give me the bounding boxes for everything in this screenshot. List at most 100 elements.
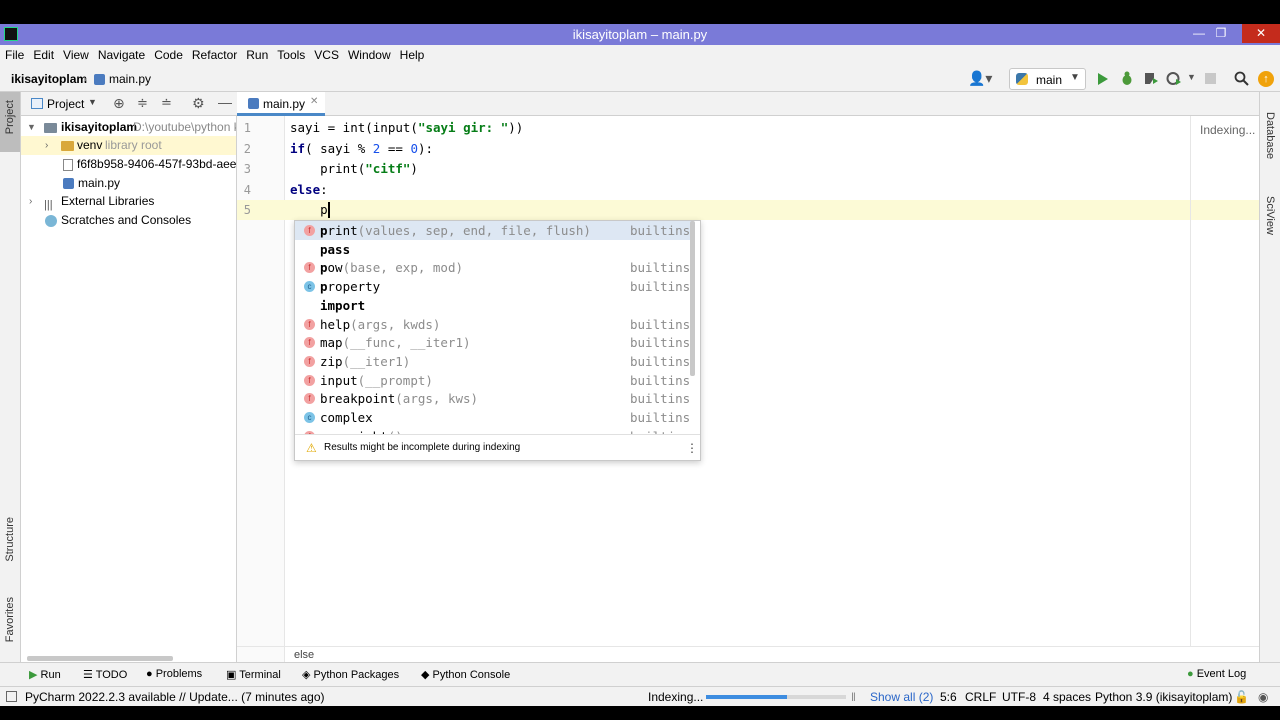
- menu-refactor[interactable]: Refactor: [187, 45, 241, 62]
- completion-kind: builtins: [630, 316, 691, 332]
- completion-item[interactable]: f zip(__iter1) builtins: [295, 352, 693, 371]
- gear-icon[interactable]: ⚙: [192, 95, 205, 112]
- lock-icon[interactable]: 🔓: [1234, 690, 1249, 704]
- hide-panel-icon[interactable]: —: [218, 94, 232, 110]
- completion-item[interactable]: f map(__func, __iter1) builtins: [295, 333, 693, 352]
- user-icon[interactable]: 👤▾: [968, 70, 992, 87]
- completion-name: breakpoint(args, kws): [320, 389, 478, 408]
- completion-rest: rint: [327, 223, 358, 238]
- close-icon[interactable]: ✕: [310, 96, 318, 107]
- completion-item[interactable]: f pow(base, exp, mod) builtins: [295, 258, 693, 277]
- completion-kind: builtins: [630, 372, 691, 388]
- project-panel-title[interactable]: Project: [47, 97, 84, 111]
- breadcrumb-separator-icon: ›: [83, 72, 87, 86]
- code-line: else:: [290, 180, 328, 200]
- profile-icon[interactable]: [1166, 71, 1182, 86]
- tab-main-py[interactable]: main.py ✕: [237, 92, 325, 116]
- more-run-options-icon[interactable]: ▼: [1187, 72, 1196, 82]
- debug-icon[interactable]: [1120, 71, 1134, 86]
- completion-args: (args, kws): [395, 391, 479, 407]
- indexing-progress-fill: [706, 695, 788, 699]
- status-message[interactable]: PyCharm 2022.2.3 available // Update... …: [25, 690, 325, 704]
- completion-item[interactable]: import: [295, 296, 693, 315]
- gutter-footer: [237, 646, 285, 662]
- show-all-link[interactable]: Show all (2): [870, 690, 933, 704]
- todo-tool-button[interactable]: ☰ TODO: [83, 668, 127, 681]
- python-console-tool-button[interactable]: ◆ Python Console: [421, 668, 510, 681]
- tree-item-label: main.py: [78, 176, 121, 190]
- menu-file[interactable]: File: [0, 45, 28, 62]
- completion-item[interactable]: f breakpoint(args, kws) builtins: [295, 389, 693, 408]
- class-icon: c: [304, 412, 315, 423]
- breadcrumb-project[interactable]: ikisayitoplam: [11, 72, 87, 86]
- menu-window[interactable]: Window: [343, 45, 395, 62]
- event-log-button[interactable]: ● Event Log: [1187, 668, 1246, 680]
- menu-view[interactable]: View: [58, 45, 93, 62]
- python-packages-tool-button[interactable]: ◈ Python Packages: [302, 668, 399, 681]
- menu-bar: File Edit View Navigate Code Refactor Run Tools…: [0, 45, 1280, 66]
- tree-item-hint: D:\youtube\python k: [133, 120, 237, 134]
- menu-code[interactable]: Code: [149, 45, 187, 62]
- completion-name: map(__func, __iter1): [320, 333, 471, 352]
- terminal-tool-button[interactable]: ▣ Terminal: [226, 668, 281, 681]
- completion-item[interactable]: c complex builtins: [295, 408, 693, 427]
- line-separator[interactable]: CRLF: [965, 690, 996, 704]
- layout-icon[interactable]: [6, 691, 17, 702]
- update-icon[interactable]: ↑: [1258, 71, 1274, 87]
- chevron-down-icon[interactable]: ▼: [88, 97, 97, 107]
- collapse-all-icon[interactable]: ≐: [161, 95, 172, 111]
- completion-item[interactable]: c property builtins: [295, 277, 693, 296]
- completion-name: pass: [320, 240, 350, 259]
- maximize-button[interactable]: ❐: [1206, 26, 1236, 40]
- expand-all-icon[interactable]: ≑: [137, 95, 148, 111]
- structure-side-tab[interactable]: Structure: [4, 517, 16, 562]
- project-panel-header: Project ▼ ⊕ ≑ ≐ ⚙ —: [21, 92, 237, 116]
- completion-scrollbar[interactable]: [690, 221, 695, 376]
- close-button[interactable]: ✕: [1242, 24, 1280, 43]
- completion-item[interactable]: f help(args, kwds) builtins: [295, 315, 693, 334]
- caret-position[interactable]: 5:6: [940, 690, 957, 704]
- completion-item[interactable]: fcopyright()builtins: [295, 427, 693, 434]
- menu-tools[interactable]: Tools: [272, 45, 309, 62]
- project-side-tab[interactable]: Project: [4, 100, 16, 134]
- completion-item[interactable]: pass: [295, 240, 693, 259]
- run-tool-button[interactable]: ▶ Run: [29, 668, 61, 681]
- menu-vcs[interactable]: VCS: [309, 45, 343, 62]
- search-icon[interactable]: [1234, 71, 1249, 86]
- function-icon: f: [304, 225, 315, 236]
- editor-breadcrumb[interactable]: else: [294, 649, 314, 661]
- indent-setting[interactable]: 4 spaces: [1043, 690, 1091, 704]
- sciview-side-tab[interactable]: SciView: [1264, 196, 1276, 235]
- coverage-icon[interactable]: [1143, 71, 1159, 86]
- completion-item[interactable]: f input(__prompt) builtins: [295, 371, 693, 390]
- title-bar: ikisayitoplam – main.py — ❐ ✕: [0, 24, 1280, 45]
- menu-help[interactable]: Help: [395, 45, 429, 62]
- tree-item-venv[interactable]: › venv library root: [21, 136, 236, 155]
- problems-tool-button[interactable]: ● Problems: [146, 668, 202, 680]
- completion-rest: breakpoint: [320, 391, 396, 407]
- notifications-icon[interactable]: ◉: [1258, 690, 1268, 704]
- horizontal-scrollbar[interactable]: [27, 656, 173, 661]
- tool-label: Python Packages: [313, 669, 400, 681]
- run-icon[interactable]: [1097, 72, 1109, 86]
- database-side-tab[interactable]: Database: [1264, 112, 1276, 159]
- pause-icon[interactable]: ‖: [851, 690, 856, 704]
- menu-navigate[interactable]: Navigate: [93, 45, 149, 62]
- run-config-selector[interactable]: main ▼: [1009, 68, 1086, 90]
- run-icon: ▶: [29, 669, 38, 681]
- menu-edit[interactable]: Edit: [28, 45, 58, 62]
- menu-run[interactable]: Run: [241, 45, 272, 62]
- completion-name: zip(__iter1): [320, 352, 410, 371]
- completion-name: input(__prompt): [320, 371, 433, 390]
- completion-rest: ow: [327, 260, 343, 276]
- python-interpreter[interactable]: Python 3.9 (ikisayitoplam): [1095, 690, 1232, 704]
- locate-icon[interactable]: ⊕: [113, 95, 125, 112]
- completion-rest: ass: [327, 241, 351, 257]
- more-options-icon[interactable]: ⋮: [686, 435, 698, 460]
- file-encoding[interactable]: UTF-8: [1002, 690, 1036, 704]
- breadcrumb-file[interactable]: main.py: [109, 72, 151, 86]
- completion-item[interactable]: f print(values, sep, end, file, flush) bui…: [295, 221, 693, 240]
- code-line: print("citf"): [290, 159, 418, 179]
- navigation-bar: ikisayitoplam › main.py 👤▾ main ▼ ▼ ↑: [0, 66, 1280, 92]
- favorites-side-tab[interactable]: Favorites: [4, 597, 16, 642]
